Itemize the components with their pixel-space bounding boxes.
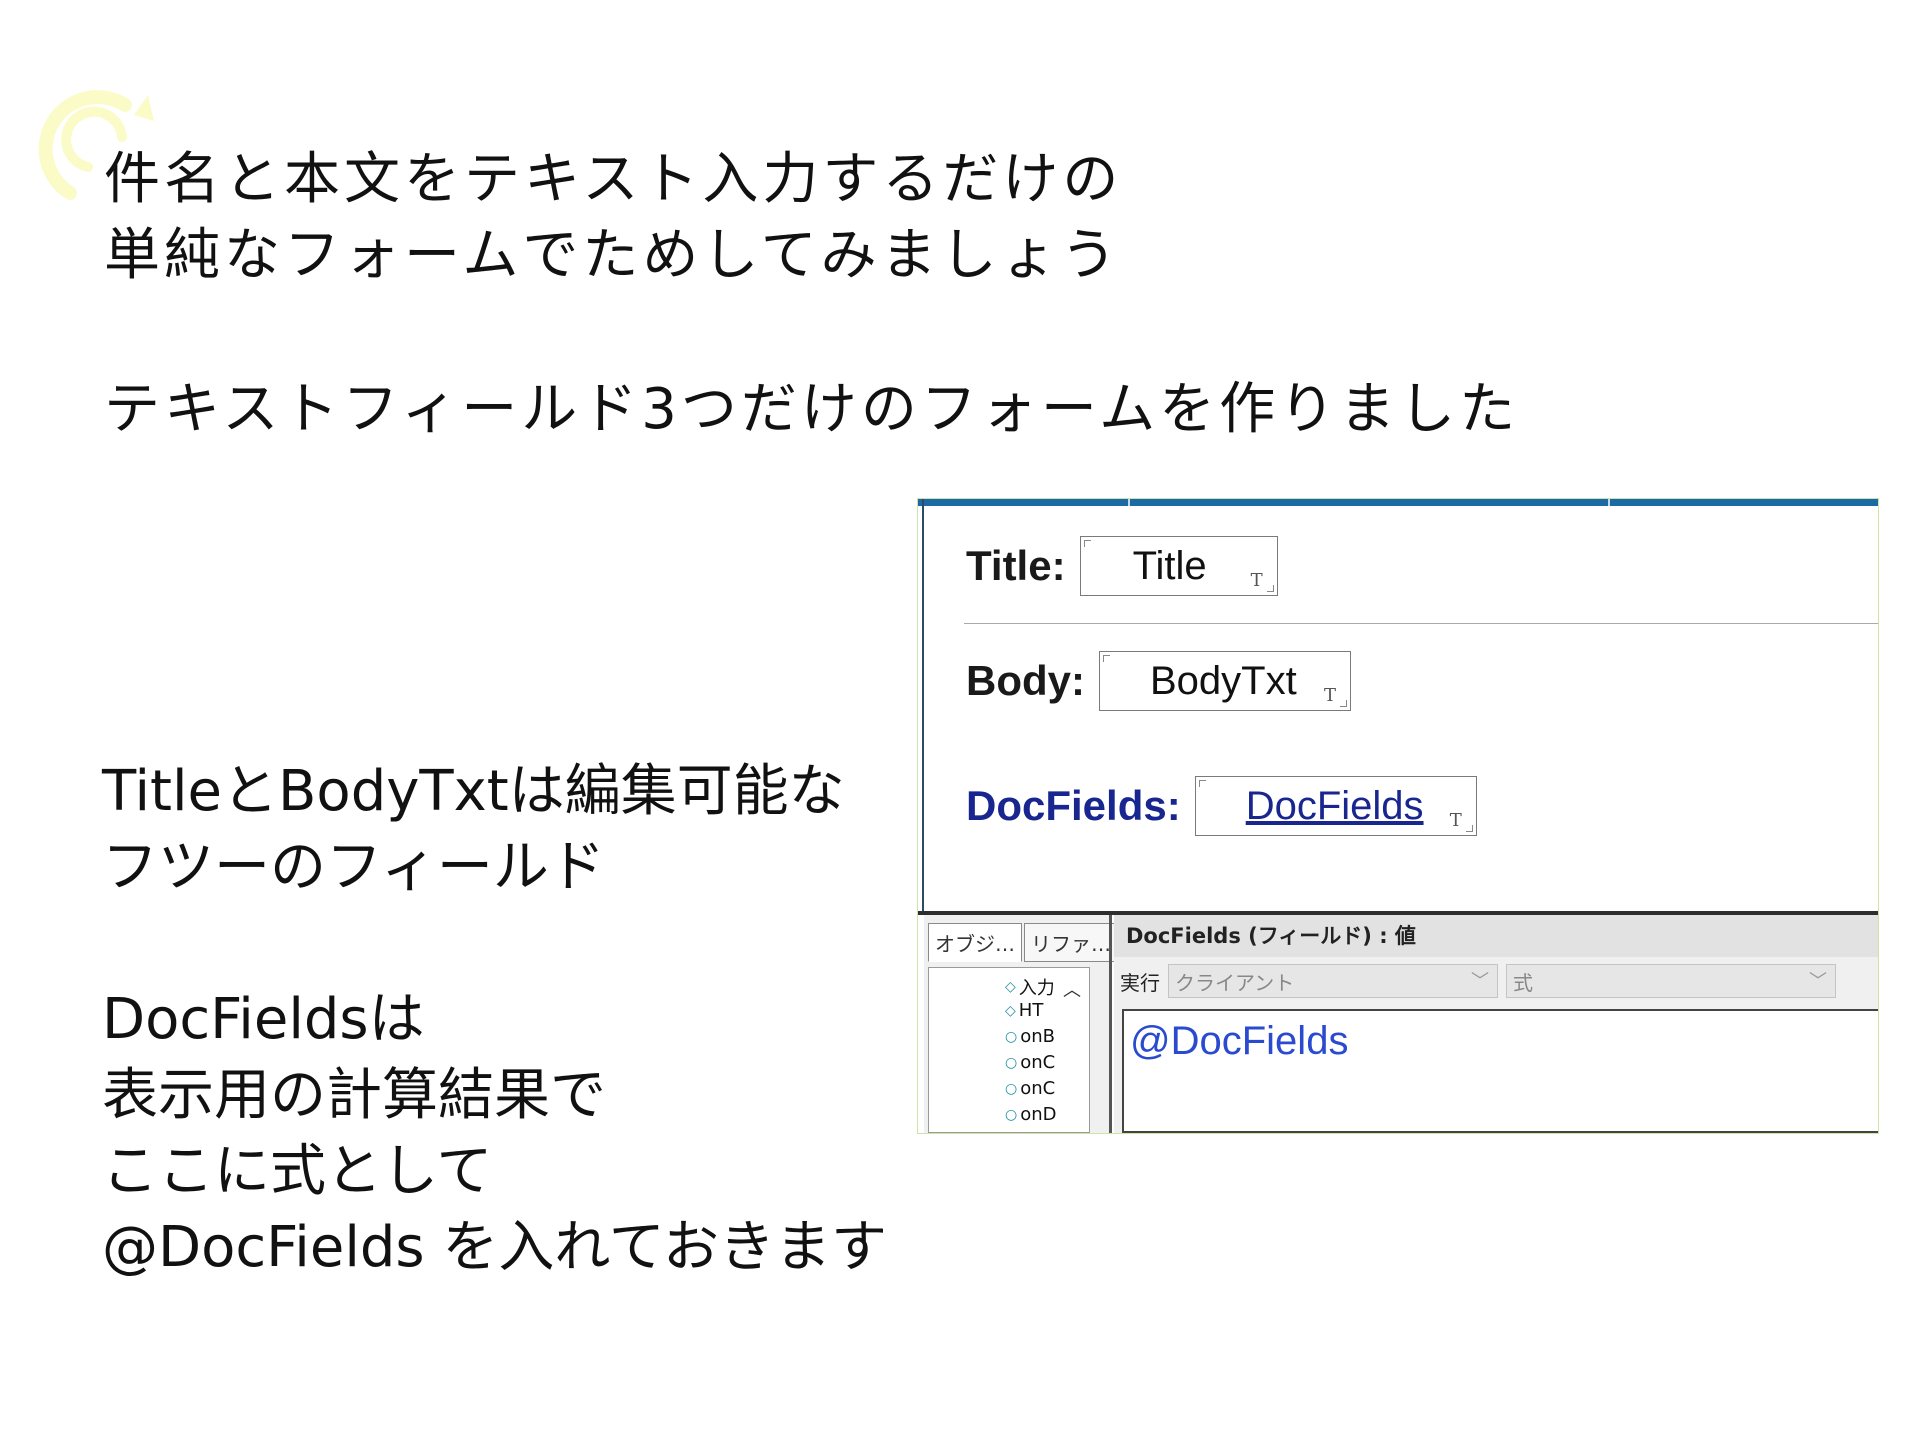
body-label: Body: — [966, 657, 1085, 704]
slide-heading: 件名と本文をテキスト入力するだけの 単純なフォームでためしてみましょう — [104, 147, 1123, 288]
body-field-name: BodyTxt — [1150, 658, 1297, 703]
form-divider — [964, 623, 1878, 624]
run-options-row: 実行 クライアント ﹀ 式 ﹀ — [1114, 963, 1878, 999]
text-type-icon: T — [1323, 685, 1336, 706]
tree-item[interactable]: ◇ 入力 — [1005, 974, 1057, 1000]
panel-title: DocFields (フィールド) : 値 — [1114, 915, 1878, 957]
chevron-down-icon: ﹀ — [1471, 971, 1489, 992]
text-type-icon: T — [1449, 810, 1462, 831]
formula-text: @DocFields — [1130, 1019, 1349, 1063]
scroll-up-icon[interactable]: ︿ — [1063, 976, 1081, 1002]
programmer-pane: オブジ… リファ… ◇ 入力 ◇ HT ○ onB ○ onC ○ onC ○ onD ︿ … — [918, 915, 1878, 1133]
title-field-name: Title — [1132, 543, 1207, 588]
tree-item[interactable]: ○ onC — [1005, 1052, 1057, 1073]
circle-icon: ○ — [1005, 1080, 1018, 1097]
run-label: 実行 — [1120, 970, 1160, 995]
docfields-label: DocFields: — [966, 782, 1181, 829]
circle-icon: ○ — [1005, 1028, 1018, 1045]
note-editable-fields: TitleとBodyTxtは編集可能な フツーのフィールド — [102, 759, 845, 900]
docfields-field[interactable]: DocFields T — [1194, 776, 1477, 836]
object-tabs: オブジ… リファ… — [928, 923, 1120, 962]
body-field[interactable]: BodyTxt T — [1099, 651, 1351, 711]
tab-reference[interactable]: リファ… — [1024, 923, 1118, 962]
diamond-icon: ◇ — [1005, 979, 1016, 995]
text-type-icon: T — [1250, 570, 1263, 591]
object-tree: ◇ 入力 ◇ HT ○ onB ○ onC ○ onC ○ onD ︿ — [928, 967, 1090, 1133]
diamond-icon: ◇ — [1005, 1002, 1016, 1019]
client-select[interactable]: クライアント ﹀ — [1168, 964, 1498, 998]
formula-editor[interactable]: @DocFields — [1122, 1009, 1878, 1133]
tree-item[interactable]: ◇ HT — [1005, 1000, 1057, 1021]
formula-type-select[interactable]: 式 ﹀ — [1506, 964, 1836, 998]
slide-subheading: テキストフィールド3つだけのフォームを作りました — [104, 377, 1520, 442]
vertical-splitter[interactable] — [1109, 915, 1112, 1133]
title-label: Title: — [966, 542, 1066, 589]
chevron-down-icon: ﹀ — [1809, 971, 1827, 992]
circle-icon: ○ — [1005, 1106, 1018, 1123]
note-docfields: DocFieldsは 表示用の計算結果で ここに式として @DocFields … — [102, 987, 888, 1280]
title-field[interactable]: Title T — [1079, 536, 1278, 596]
docfields-field-name: DocFields — [1245, 783, 1424, 828]
tab-objects[interactable]: オブジ… — [928, 923, 1022, 962]
script-panel: DocFields (フィールド) : 値 実行 クライアント ﹀ 式 ﹀ @D… — [1114, 915, 1878, 1133]
tree-item[interactable]: ○ onD — [1005, 1104, 1057, 1125]
tree-item[interactable]: ○ onB — [1005, 1026, 1057, 1047]
form-design-area: Title: Title T Body: BodyTxt T DocFields… — [924, 506, 1878, 911]
title-row: Title: Title T — [966, 536, 1278, 596]
object-panel: オブジ… リファ… ◇ 入力 ◇ HT ○ onB ○ onC ○ onC ○ onD ︿ — [924, 915, 1118, 1133]
tree-item[interactable]: ○ onC — [1005, 1078, 1057, 1099]
window-top-bar — [918, 499, 1878, 506]
designer-screenshot: Title: Title T Body: BodyTxt T DocFields… — [917, 498, 1879, 1134]
circle-icon: ○ — [1005, 1054, 1018, 1071]
body-row: Body: BodyTxt T — [966, 651, 1351, 711]
docfields-row: DocFields: DocFields T — [966, 776, 1477, 836]
